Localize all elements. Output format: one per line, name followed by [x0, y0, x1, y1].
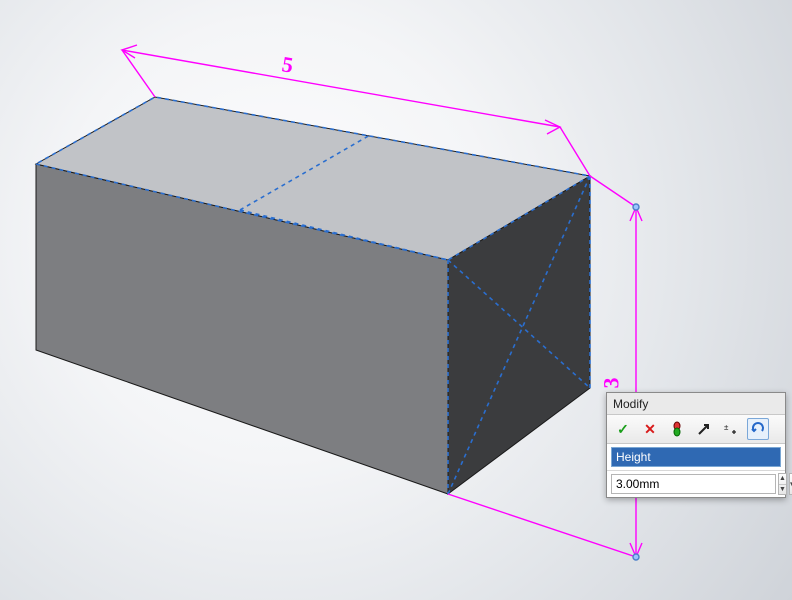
dimension-name-row [607, 444, 785, 471]
modify-title: Modify [607, 393, 785, 415]
spinner-up-icon[interactable]: ▲ [779, 474, 786, 485]
model-canvas [0, 0, 792, 600]
dimension-name-input[interactable] [611, 447, 781, 467]
rebuild-icon[interactable] [666, 418, 688, 440]
modify-toolbar: ✓ ✕ ± [607, 415, 785, 444]
reverse-direction-icon[interactable] [693, 418, 715, 440]
graphics-viewport[interactable]: 5 3 Modify ✓ ✕ ± [0, 0, 792, 600]
spinner-down-icon[interactable]: ▼ [779, 485, 786, 495]
cancel-button[interactable]: ✕ [639, 418, 661, 440]
dimension-height-value[interactable]: 3 [599, 378, 625, 389]
modify-dialog[interactable]: Modify ✓ ✕ ± [606, 392, 786, 498]
svg-text:±: ± [724, 423, 729, 432]
increment-settings-icon[interactable]: ± [720, 418, 742, 440]
dimension-value-input[interactable] [611, 474, 776, 494]
dimension-value-row: ▲ ▼ ▾ [607, 471, 785, 497]
ok-button[interactable]: ✓ [612, 418, 634, 440]
thumbwheel-toggle-icon[interactable] [747, 418, 769, 440]
value-spinner[interactable]: ▲ ▼ [778, 473, 787, 495]
